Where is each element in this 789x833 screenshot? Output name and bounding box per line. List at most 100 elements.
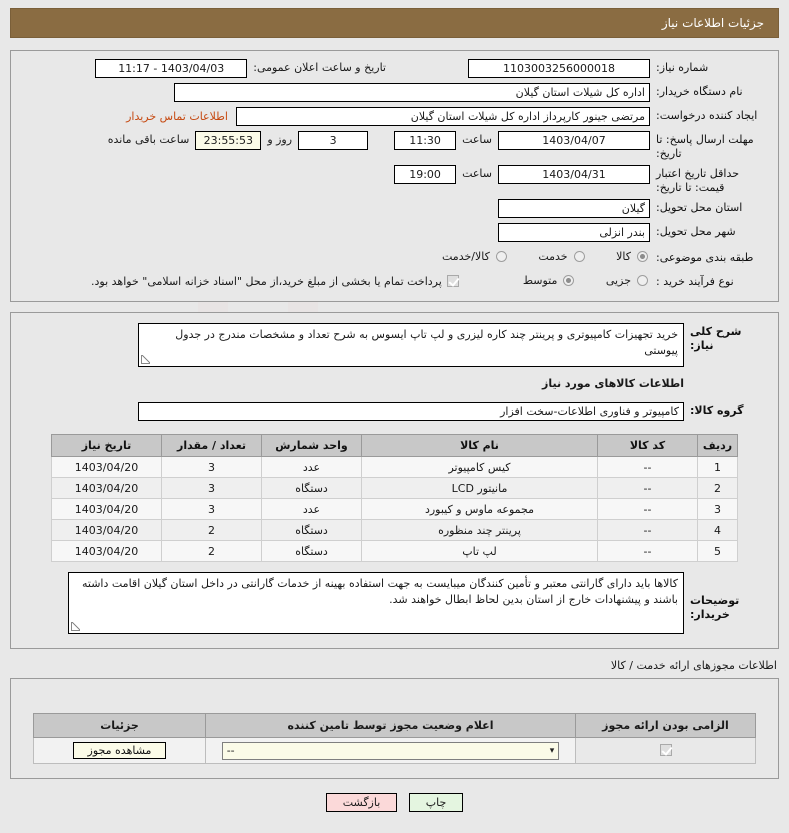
cell-unit: عدد	[261, 456, 362, 478]
cell-date: 1403/04/20	[51, 519, 162, 541]
permits-table: الزامی بودن ارائه مجوز اعلام وضعیت مجوز …	[33, 713, 756, 764]
days-remaining-field: 3	[298, 131, 369, 150]
buyer-org-field: اداره کل شیلات استان گیلان	[174, 83, 650, 102]
time-remaining-field: 23:55:53	[195, 131, 262, 150]
table-row: 1 -- کیس کامپیوتر عدد 3 1403/04/20	[51, 456, 738, 478]
cell-row-no: 2	[697, 477, 738, 499]
city-field: بندر انزلی	[498, 223, 650, 242]
print-button[interactable]: چاپ	[408, 793, 464, 812]
permits-table-body: ▾ -- مشاهده مجوز	[33, 737, 756, 764]
process-option-jozei[interactable]: جزیی	[606, 274, 650, 287]
process-radio-group: جزیی متوسط	[497, 273, 650, 289]
goods-group-label: گروه کالا:	[690, 404, 744, 417]
cell-code: --	[597, 456, 698, 478]
classification-option-kala-khedmat[interactable]: کالا/خدمت	[442, 250, 509, 263]
table-row: 3 -- مجموعه ماوس و کیبورد عدد 3 1403/04/…	[51, 498, 738, 520]
row-creator: ایجاد کننده درخواست: مرتضی جینور کارپردا…	[21, 107, 768, 127]
need-details-panel: شرح کلی نیاز: خرید تجهیزات کامپیوتری و پ…	[10, 312, 779, 649]
table-row: 2 -- مانیتور LCD دستگاه 3 1403/04/20	[51, 477, 738, 499]
page-title: جزئیات اطلاعات نیاز	[10, 8, 779, 38]
permit-required-checkbox-icon	[659, 744, 672, 756]
radio-icon[interactable]	[495, 251, 507, 262]
col-row-no: ردیف	[697, 434, 738, 457]
cell-qty: 3	[161, 477, 262, 499]
classification-option-label: کالا	[616, 250, 631, 263]
treasury-checkbox-icon[interactable]	[446, 275, 459, 287]
col-code: کد کالا	[597, 434, 698, 457]
cell-date: 1403/04/20	[51, 477, 162, 499]
buyer-notes-label: توضیحات خریدار:	[690, 594, 740, 621]
cell-row-no: 3	[697, 498, 738, 520]
row-classification: طبقه بندی موضوعی: کالا خدمت کالا/خدمت	[21, 247, 768, 267]
row-buyer-notes: توضیحات خریدار: کالاها باید دارای گارانت…	[21, 572, 768, 634]
cell-date: 1403/04/20	[51, 456, 162, 478]
cell-name: مجموعه ماوس و کیبورد	[361, 498, 598, 520]
cell-name: مانیتور LCD	[361, 477, 598, 499]
treasury-note-label: پرداخت تمام یا بخشی از مبلغ خرید،از محل …	[91, 274, 442, 288]
city-label: شهر محل تحویل:	[656, 225, 736, 238]
classification-option-kala[interactable]: کالا	[616, 250, 650, 263]
row-goods-group: گروه کالا: کامپیوتر و فناوری اطلاعات-سخت…	[21, 402, 768, 422]
classification-option-label: خدمت	[538, 250, 568, 263]
footer-actions: چاپ بازگشت	[0, 793, 789, 826]
province-field: گیلان	[498, 199, 650, 218]
cell-code: --	[597, 540, 698, 562]
cell-row-no: 5	[697, 540, 738, 562]
validity-date-field: 1403/04/31	[498, 165, 650, 184]
radio-icon[interactable]	[637, 275, 648, 286]
goods-table-wrapper: ردیف کد کالا نام کالا واحد شمارش تعداد /…	[51, 434, 738, 562]
cell-unit: دستگاه	[261, 519, 362, 541]
validity-label: حداقل تاریخ اعتبار قیمت: تا تاریخ:	[656, 167, 740, 194]
goods-table: ردیف کد کالا نام کالا واحد شمارش تعداد /…	[51, 434, 738, 562]
cell-permit-status: ▾ --	[205, 737, 576, 764]
col-qty: تعداد / مقدار	[161, 434, 262, 457]
row-validity: حداقل تاریخ اعتبار قیمت: تا تاریخ: 1403/…	[21, 165, 768, 195]
chevron-down-icon: ▾	[549, 745, 555, 756]
col-name: نام کالا	[361, 434, 598, 457]
col-unit: واحد شمارش	[261, 434, 362, 457]
classification-option-label: کالا/خدمت	[442, 250, 490, 263]
process-type-label: نوع فرآیند خرید :	[656, 275, 734, 288]
buyer-contact-link[interactable]: اطلاعات تماس خریدار	[126, 107, 228, 123]
validity-time-field: 19:00	[394, 165, 457, 184]
cell-qty: 3	[161, 456, 262, 478]
creator-field: مرتضی جینور کارپرداز اداره کل شیلات استا…	[236, 107, 650, 126]
row-province: استان محل تحویل: گیلان	[21, 199, 768, 219]
goods-section-title: اطلاعات کالاهای مورد نیاز	[542, 377, 684, 390]
cell-code: --	[597, 498, 698, 520]
deadline-label: مهلت ارسال پاسخ: تا تاریخ:	[656, 133, 754, 160]
col-permit-required: الزامی بودن ارائه مجوز	[575, 713, 756, 738]
process-option-motevaset[interactable]: متوسط	[523, 274, 577, 287]
row-need-description: شرح کلی نیاز: خرید تجهیزات کامپیوتری و پ…	[21, 323, 768, 367]
radio-icon[interactable]	[563, 275, 575, 286]
goods-table-body: 1 -- کیس کامپیوتر عدد 3 1403/04/20 2 -- …	[51, 456, 738, 562]
deadline-time-field: 11:30	[394, 131, 457, 150]
cell-date: 1403/04/20	[51, 540, 162, 562]
cell-unit: عدد	[261, 498, 362, 520]
radio-icon[interactable]	[573, 251, 585, 262]
row-buyer-org: نام دستگاه خریدار: اداره کل شیلات استان …	[21, 83, 768, 103]
col-date: تاریخ نیاز	[51, 434, 162, 457]
need-summary-panel: شماره نیاز: 1103003256000018 تاریخ و ساع…	[10, 50, 779, 302]
need-desc-text: خرید تجهیزات کامپیوتری و پرینتر چند کاره…	[138, 323, 684, 367]
row-city: شهر محل تحویل: بندر انزلی	[21, 223, 768, 243]
days-label: روز و	[267, 133, 293, 146]
cell-unit: دستگاه	[261, 477, 362, 499]
cell-name: پرینتر چند منظوره	[361, 519, 598, 541]
permit-status-select[interactable]: ▾ --	[221, 741, 560, 760]
validity-hour-label: ساعت	[462, 167, 492, 180]
deadline-date-field: 1403/04/07	[498, 131, 650, 150]
row-need-number: شماره نیاز: 1103003256000018 تاریخ و ساع…	[21, 59, 768, 79]
back-button[interactable]: بازگشت	[325, 793, 398, 812]
cell-qty: 3	[161, 498, 262, 520]
radio-icon[interactable]	[637, 251, 648, 262]
view-permit-button[interactable]: مشاهده مجوز	[72, 742, 167, 759]
announce-label: تاریخ و ساعت اعلان عمومی:	[253, 61, 386, 74]
cell-code: --	[597, 519, 698, 541]
process-option-label: جزیی	[605, 274, 631, 287]
cell-code: --	[597, 477, 698, 499]
permits-panel: الزامی بودن ارائه مجوز اعلام وضعیت مجوز …	[10, 678, 779, 779]
cell-name: لپ تاپ	[361, 540, 598, 562]
classification-option-khedmat[interactable]: خدمت	[538, 250, 586, 263]
need-desc-label: شرح کلی نیاز:	[690, 325, 742, 352]
